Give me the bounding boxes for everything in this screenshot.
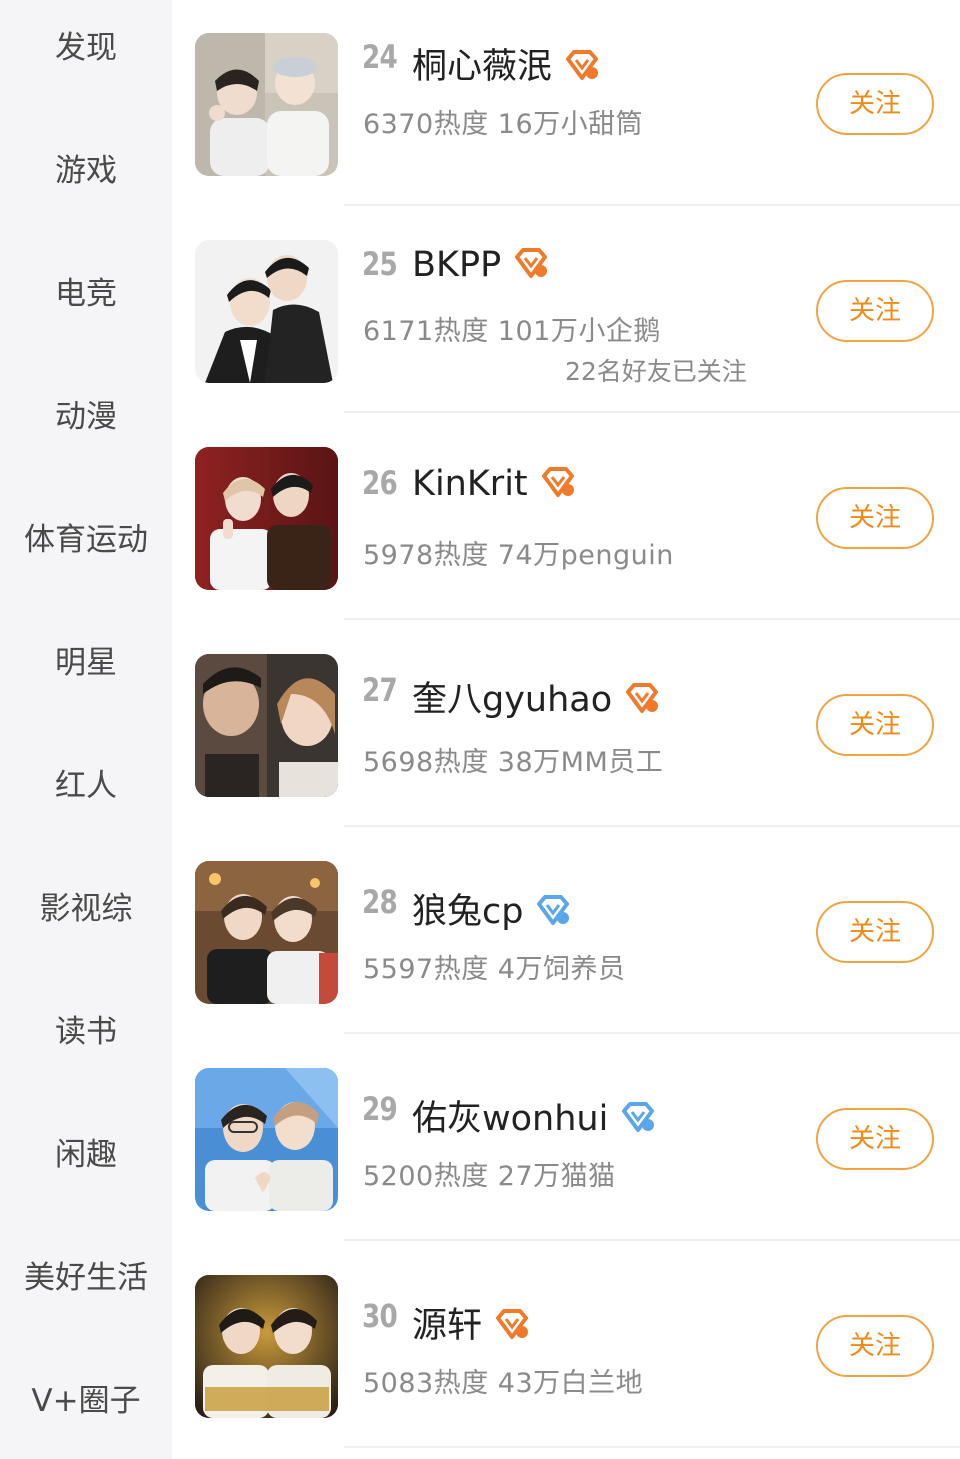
rank-number: 28 bbox=[362, 883, 398, 921]
orange-diamond-icon bbox=[566, 50, 599, 80]
list-item[interactable]: 29 佑灰wonhui 5200热度 27万猫猫 关注 bbox=[172, 1035, 960, 1241]
topic-stats: 5978热度 74万penguin bbox=[363, 540, 674, 571]
follow-button[interactable]: 关注 bbox=[816, 73, 934, 135]
list-item[interactable]: 24 桐心薇泯 6370热度 16万小甜筒 关注 bbox=[172, 0, 960, 206]
topic-stats: 5597热度 4万饲养员 bbox=[363, 954, 626, 985]
topic-name[interactable]: 狼兔cp bbox=[412, 883, 571, 934]
row-divider bbox=[344, 204, 960, 206]
row-divider bbox=[344, 1239, 960, 1241]
list-item[interactable]: 27 奎八gyuhao 5698热度 38万MM员工 关注 bbox=[172, 621, 960, 827]
supertopic-ranking-screen: 发现 游戏 电竞 动漫 体育运动 明星 红人 影视综 读书 闲趣 美好生活 V+… bbox=[0, 0, 960, 1459]
rank-number: 25 bbox=[362, 245, 398, 283]
topic-name[interactable]: 桐心薇泯 bbox=[412, 38, 600, 89]
topic-name-text: KinKrit bbox=[412, 464, 528, 504]
sidebar-item-good-life[interactable]: 美好生活 bbox=[0, 1248, 172, 1308]
topic-name-text: 狼兔cp bbox=[412, 892, 524, 932]
avatar[interactable] bbox=[195, 1068, 338, 1211]
topic-name-text: 桐心薇泯 bbox=[412, 47, 553, 87]
orange-diamond-icon bbox=[515, 248, 548, 278]
rank-number: 27 bbox=[362, 671, 398, 709]
orange-diamond-icon bbox=[541, 467, 574, 497]
sidebar-item-anime[interactable]: 动漫 bbox=[0, 387, 172, 447]
topic-name[interactable]: 奎八gyuhao bbox=[412, 671, 660, 722]
sidebar-item-vplus-circle[interactable]: V+圈子 bbox=[0, 1371, 172, 1431]
topic-stats: 5698热度 38万MM员工 bbox=[363, 747, 664, 778]
topic-stats: 6370热度 16万小甜筒 bbox=[363, 109, 644, 140]
topic-stats: 5200热度 27万猫猫 bbox=[363, 1161, 616, 1192]
row-divider bbox=[344, 1032, 960, 1034]
topic-stats: 6171热度 101万小企鹅 bbox=[363, 316, 661, 347]
row-divider bbox=[344, 1446, 960, 1448]
topic-name-text: 奎八gyuhao bbox=[412, 680, 613, 720]
avatar[interactable] bbox=[195, 447, 338, 590]
topic-name-text: 佑灰wonhui bbox=[412, 1099, 609, 1139]
sidebar-item-film-tv[interactable]: 影视综 bbox=[0, 879, 172, 939]
sidebar-item-discover[interactable]: 发现 bbox=[0, 18, 172, 78]
sidebar-item-leisure[interactable]: 闲趣 bbox=[0, 1125, 172, 1185]
ranking-list: 24 桐心薇泯 6370热度 16万小甜筒 关注 25 BKPP 6171热度 … bbox=[172, 0, 960, 1459]
sidebar-item-sports[interactable]: 体育运动 bbox=[0, 510, 172, 570]
orange-diamond-icon bbox=[496, 1309, 529, 1339]
sidebar-item-reading[interactable]: 读书 bbox=[0, 1002, 172, 1062]
blue-diamond-icon bbox=[622, 1102, 655, 1132]
sidebar-item-stars[interactable]: 明星 bbox=[0, 633, 172, 693]
rank-number: 30 bbox=[362, 1297, 398, 1335]
orange-diamond-icon bbox=[626, 683, 659, 713]
row-divider bbox=[344, 411, 960, 413]
follow-button[interactable]: 关注 bbox=[816, 1108, 934, 1170]
topic-name[interactable]: KinKrit bbox=[412, 464, 576, 504]
follow-button[interactable]: 关注 bbox=[816, 901, 934, 963]
topic-name[interactable]: BKPP bbox=[412, 245, 549, 285]
category-sidebar: 发现 游戏 电竞 动漫 体育运动 明星 红人 影视综 读书 闲趣 美好生活 V+… bbox=[0, 0, 172, 1459]
follow-button[interactable]: 关注 bbox=[816, 280, 934, 342]
avatar[interactable] bbox=[195, 861, 338, 1004]
follow-button[interactable]: 关注 bbox=[816, 487, 934, 549]
friends-following-note: 22名好友已关注 bbox=[565, 357, 747, 386]
sidebar-item-influencers[interactable]: 红人 bbox=[0, 756, 172, 816]
row-divider bbox=[344, 825, 960, 827]
avatar[interactable] bbox=[195, 654, 338, 797]
avatar[interactable] bbox=[195, 240, 338, 383]
rank-number: 26 bbox=[362, 464, 398, 502]
avatar[interactable] bbox=[195, 33, 338, 176]
topic-stats: 5083热度 43万白兰地 bbox=[363, 1368, 644, 1399]
list-item[interactable]: 28 狼兔cp 5597热度 4万饲养员 关注 bbox=[172, 828, 960, 1034]
follow-button[interactable]: 关注 bbox=[816, 694, 934, 756]
rank-number: 29 bbox=[362, 1090, 398, 1128]
list-item[interactable]: 26 KinKrit 5978热度 74万penguin 关注 bbox=[172, 414, 960, 620]
topic-name-text: BKPP bbox=[412, 245, 502, 285]
sidebar-item-games[interactable]: 游戏 bbox=[0, 141, 172, 201]
sidebar-item-esports[interactable]: 电竞 bbox=[0, 264, 172, 324]
topic-name-text: 源轩 bbox=[412, 1306, 483, 1346]
list-item[interactable]: 30 源轩 5083热度 43万白兰地 关注 bbox=[172, 1242, 960, 1448]
blue-diamond-icon bbox=[537, 895, 570, 925]
row-divider bbox=[344, 618, 960, 620]
list-item[interactable]: 25 BKPP 6171热度 101万小企鹅 22名好友已关注 关注 bbox=[172, 207, 960, 413]
topic-name[interactable]: 源轩 bbox=[412, 1297, 530, 1348]
rank-number: 24 bbox=[362, 38, 398, 76]
follow-button[interactable]: 关注 bbox=[816, 1315, 934, 1377]
topic-name[interactable]: 佑灰wonhui bbox=[412, 1090, 656, 1141]
avatar[interactable] bbox=[195, 1275, 338, 1418]
